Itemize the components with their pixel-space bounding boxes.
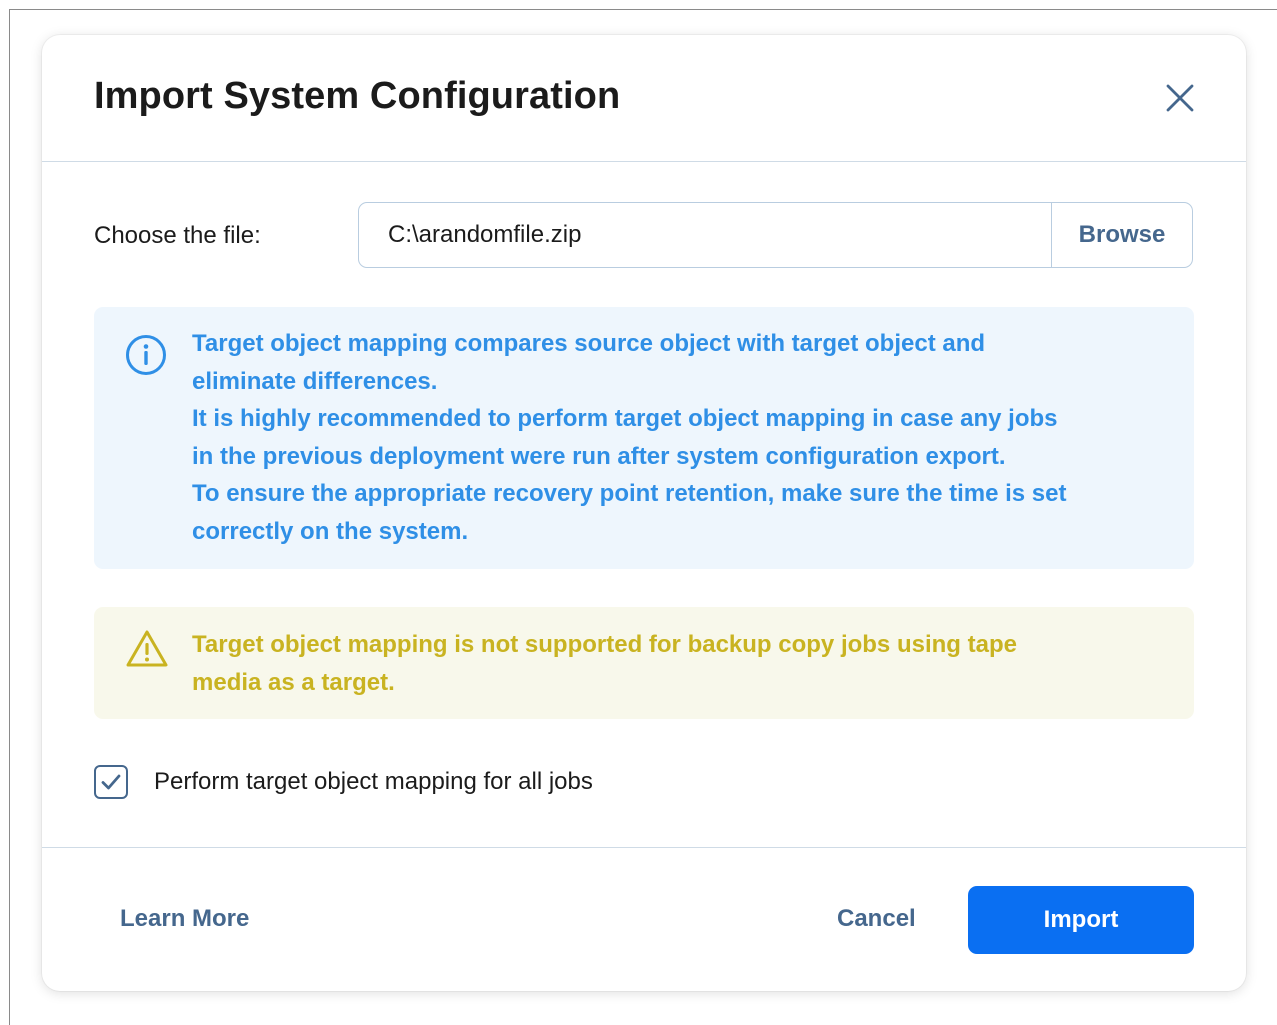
info-line: correctly on the system. (192, 517, 469, 545)
target-mapping-option[interactable]: Perform target object mapping for all jo… (94, 765, 593, 799)
info-text: Target object mapping compares source ob… (192, 325, 1182, 550)
warning-message: Target object mapping is not supported f… (94, 607, 1194, 719)
info-message: Target object mapping compares source ob… (94, 307, 1194, 569)
info-icon (126, 335, 166, 375)
info-line: It is highly recommended to perform targ… (192, 405, 1058, 432)
close-button[interactable] (1160, 78, 1200, 118)
info-line: in the previous deployment were run afte… (192, 442, 1006, 470)
warning-line: Target object mapping is not supported f… (192, 631, 1017, 658)
info-line: Target object mapping compares source ob… (192, 330, 986, 357)
import-button[interactable]: Import (968, 886, 1194, 954)
info-line: To ensure the appropriate recovery point… (192, 480, 1067, 507)
target-mapping-checkbox[interactable] (94, 765, 128, 799)
warning-icon (126, 630, 168, 667)
dialog-header: Import System Configuration (42, 35, 1246, 162)
checkmark-icon (101, 774, 121, 790)
dialog-title: Import System Configuration (94, 75, 621, 117)
warning-line: media as a target. (192, 668, 395, 696)
file-label: Choose the file: (94, 222, 261, 249)
file-path-input[interactable] (359, 203, 1051, 267)
import-dialog: Import System Configuration Choose the f… (42, 35, 1246, 991)
info-line: eliminate differences. (192, 367, 438, 395)
warning-text: Target object mapping is not supported f… (192, 626, 1182, 701)
browse-button[interactable]: Browse (1051, 203, 1192, 267)
file-picker: Browse (358, 202, 1193, 268)
close-icon (1166, 84, 1194, 112)
cancel-button[interactable]: Cancel (837, 905, 916, 933)
target-mapping-label: Perform target object mapping for all jo… (154, 768, 593, 795)
dialog-footer: Learn More Cancel Import (42, 847, 1246, 991)
learn-more-link[interactable]: Learn More (120, 905, 249, 933)
